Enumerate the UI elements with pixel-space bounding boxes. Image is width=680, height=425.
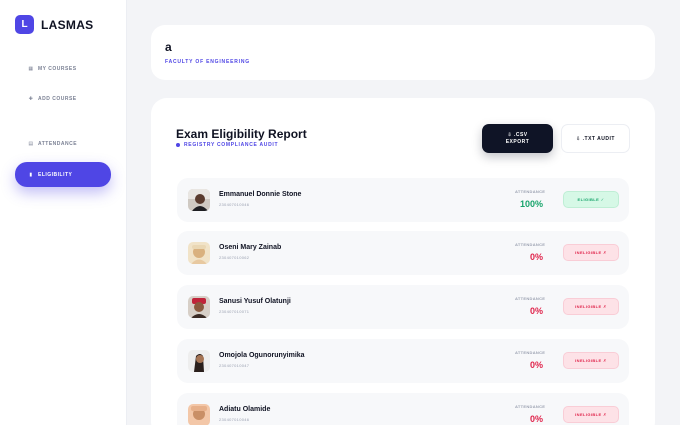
table-row[interactable]: Emmanuel Donnie Stone 230407010046 ATTEN… — [177, 178, 629, 222]
report-subtitle: REGISTRY COMPLIANCE AUDIT — [176, 142, 278, 148]
student-name: Oseni Mary Zainab — [219, 244, 282, 251]
sidebar-item-add-course[interactable]: ✚ ADD COURSE — [15, 88, 111, 110]
table-row[interactable]: Adiatu Olamide 230407010046 ATTENDANCE 0… — [177, 393, 629, 425]
csv-export-line1: ⇩ .CSV — [507, 131, 528, 138]
student-name: Adiatu Olamide — [219, 406, 271, 413]
table-row[interactable]: Oseni Mary Zainab 230407010062 ATTENDANC… — [177, 231, 629, 275]
course-header: a FACULTY OF ENGINEERING — [151, 25, 655, 80]
csv-export-line2: EXPORT — [505, 138, 530, 145]
attendance-label: ATTENDANCE — [515, 404, 546, 409]
student-id: 230407010046 — [219, 202, 250, 207]
status-badge: INELIGIBLE ✗ — [563, 244, 619, 261]
status-badge: INELIGIBLE ✗ — [563, 298, 619, 315]
report-subtitle-text: REGISTRY COMPLIANCE AUDIT — [184, 142, 279, 148]
table-row[interactable]: Sanusi Yusuf Olatunji 230407010071 ATTEN… — [177, 285, 629, 329]
course-title: a — [165, 40, 172, 54]
avatar — [188, 242, 210, 264]
student-id: 230407010071 — [219, 309, 250, 314]
student-name: Emmanuel Donnie Stone — [219, 191, 302, 198]
sidebar-item-label: MY COURSES — [38, 66, 77, 72]
report-icon: ▮ — [29, 171, 33, 178]
sidebar-item-my-courses[interactable]: ▦ MY COURSES — [15, 58, 111, 80]
student-id: 230407010047 — [219, 363, 250, 368]
calendar-icon: ▤ — [28, 141, 34, 147]
student-id: 230407010046 — [219, 417, 250, 422]
dot-icon — [176, 143, 180, 147]
faculty-label: FACULTY OF ENGINEERING — [165, 59, 250, 65]
brand-name: LASMAS — [41, 17, 94, 32]
attendance-value: 100% — [519, 199, 543, 209]
student-id: 230407010062 — [219, 255, 250, 260]
sidebar-item-label: ELIGIBILITY — [38, 171, 73, 178]
grid-icon: ▦ — [28, 66, 34, 72]
attendance-label: ATTENDANCE — [515, 189, 546, 194]
txt-audit-label: ⇩ .TXT AUDIT — [576, 135, 615, 142]
attendance-label: ATTENDANCE — [515, 242, 546, 247]
status-badge: ELIGIBLE ✓ — [563, 191, 619, 208]
plus-icon: ✚ — [28, 96, 34, 102]
sidebar-item-label: ATTENDANCE — [38, 141, 78, 147]
attendance-value: 0% — [529, 306, 543, 316]
txt-audit-button[interactable]: ⇩ .TXT AUDIT — [561, 124, 630, 153]
csv-export-button[interactable]: ⇩ .CSV EXPORT — [482, 124, 553, 153]
sidebar: L LASMAS ▦ MY COURSES ✚ ADD COURSE ▤ ATT… — [0, 0, 127, 425]
attendance-value: 0% — [529, 252, 543, 262]
page-title: Exam Eligibility Report — [176, 127, 307, 141]
sidebar-item-label: ADD COURSE — [38, 96, 77, 102]
avatar — [188, 404, 210, 425]
status-badge: INELIGIBLE ✗ — [563, 352, 619, 369]
table-row[interactable]: Omojola Ogunorunyimika 230407010047 ATTE… — [177, 339, 629, 383]
attendance-value: 0% — [529, 414, 543, 424]
attendance-value: 0% — [529, 360, 543, 370]
sidebar-item-eligibility[interactable]: ▮ ELIGIBILITY — [15, 162, 111, 187]
avatar — [188, 296, 210, 318]
attendance-label: ATTENDANCE — [515, 350, 546, 355]
avatar — [188, 350, 210, 372]
attendance-label: ATTENDANCE — [515, 296, 546, 301]
sidebar-item-attendance[interactable]: ▤ ATTENDANCE — [15, 133, 111, 155]
brand-logo: L — [15, 15, 34, 34]
avatar — [188, 189, 210, 211]
status-badge: INELIGIBLE ✗ — [563, 406, 619, 423]
report-panel: Exam Eligibility Report REGISTRY COMPLIA… — [151, 98, 655, 425]
student-name: Sanusi Yusuf Olatunji — [219, 298, 291, 305]
student-name: Omojola Ogunorunyimika — [219, 352, 305, 359]
brand[interactable]: L LASMAS — [15, 15, 93, 34]
